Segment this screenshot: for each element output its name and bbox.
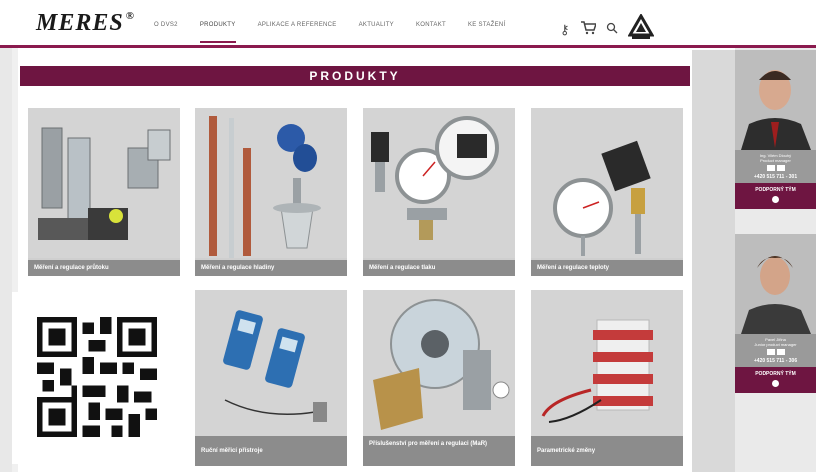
contact-photo [735,50,816,150]
phone-icon[interactable] [766,165,775,171]
level-sensor-image [195,108,347,258]
key-icon[interactable]: ⚷ [560,22,570,38]
product-card-handheld[interactable]: Ruční měřicí přístroje [195,290,347,466]
product-label: Měření a regulace hladiny [195,260,347,276]
contact-phone: +420 515 711 - 301 [753,174,798,180]
pressure-gauge-image [363,108,515,258]
product-label: Parametrické změny [531,436,683,466]
header-icons: ⚷ [560,13,655,45]
handheld-meter-image [195,290,347,436]
product-label: Měření a regulace průtoku [28,260,180,276]
phone-icon[interactable] [766,349,775,355]
support-team-button[interactable]: PODPORNÝ TÝM [735,367,816,393]
cart-icon[interactable] [580,20,597,39]
contact-photo [735,234,816,334]
contact-phone: +420 515 711 - 306 [753,358,798,364]
support-team-label: PODPORNÝ TÝM [755,371,796,377]
support-team-label: PODPORNÝ TÝM [755,187,796,193]
product-label: Měření a regulace tlaku [363,260,515,276]
contact-role: Junior product manager [754,342,797,347]
contact-info: Ing. Vilém Dlouhý Product manager +420 5… [735,150,816,183]
contact-card-2: Pavel Jiřina Junior product manager +420… [735,234,816,393]
nav-produkty[interactable]: PRODUKTY [199,22,236,43]
valve-accessories-image [363,290,515,436]
contact-card-1: Ing. Vilém Dlouhý Product manager +420 5… [735,50,816,209]
product-label: Ruční měřicí přístroje [195,436,347,466]
email-icon[interactable] [776,349,785,355]
product-card-accessories[interactable]: Příslušenství pro měření a regulaci (MaR… [363,290,515,466]
heating-cable-image [531,290,683,436]
nav-ke-stazeni[interactable]: KE STAŽENÍ [468,22,506,43]
nav-aplikace[interactable]: APLIKACE A REFERENCE [258,22,337,43]
company-badge-icon[interactable] [626,13,655,45]
nav-aktuality[interactable]: AKTUALITY [359,22,394,43]
qr-code [37,317,157,437]
left-margin [0,48,12,472]
product-card-heating[interactable]: Parametrické změny [531,290,683,466]
registered-mark: ® [125,10,135,22]
main-nav: O DVS2 PRODUKTY APLIKACE A REFERENCE AKT… [154,22,528,43]
contact-info: Pavel Jiřina Junior product manager +420… [735,334,816,367]
nav-kontakt[interactable]: KONTAKT [416,22,446,43]
contact-role: Product manager [760,158,791,163]
product-card-level[interactable]: Měření a regulace hladiny [195,108,347,276]
meres-logo[interactable]: MERES ® [36,10,135,37]
product-card-flow[interactable]: Měření a regulace průtoku [28,108,180,276]
thermometer-image [531,108,683,258]
support-team-button[interactable]: PODPORNÝ TÝM [735,183,816,209]
qr-code-overlay [12,292,180,464]
nav-o-nas[interactable]: O DVS2 [154,22,178,43]
product-card-pressure[interactable]: Měření a regulace tlaku [363,108,515,276]
product-label: Příslušenství pro měření a regulaci (MaR… [363,436,515,466]
expand-icon[interactable] [772,196,779,203]
flowmeter-image [28,108,180,258]
logo-text: MERES [36,10,124,36]
header: MERES ® O DVS2 PRODUKTY APLIKACE A REFERE… [0,0,816,50]
email-icon[interactable] [776,165,785,171]
product-label: Měření a regulace teploty [531,260,683,276]
page-title: PRODUKTY [20,66,690,86]
product-card-temperature[interactable]: Měření a regulace teploty [531,108,683,276]
expand-icon[interactable] [772,380,779,387]
search-icon[interactable] [606,22,618,37]
